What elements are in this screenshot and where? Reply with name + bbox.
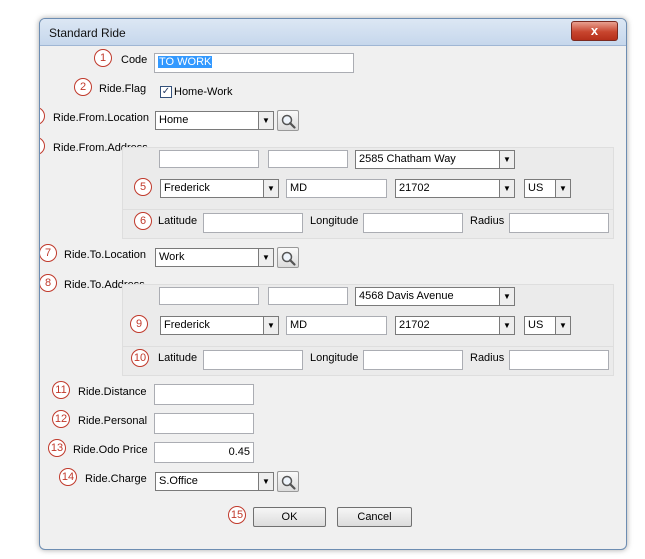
marker-11: 11 xyxy=(52,381,70,399)
to-street-value: 4568 Davis Avenue xyxy=(359,290,454,302)
from-radius-label: Radius xyxy=(470,215,505,227)
marker-4: 4 xyxy=(40,137,45,155)
to-zip-value: 21702 xyxy=(399,319,430,331)
charge-combo[interactable]: S.Office ▼ xyxy=(155,472,274,491)
search-icon xyxy=(281,475,296,490)
to-radius-input[interactable] xyxy=(509,350,609,370)
from-state-input[interactable]: MD xyxy=(286,179,387,198)
odo-price-input[interactable]: 0.45 xyxy=(154,442,254,463)
from-address-line1-input[interactable] xyxy=(159,150,259,168)
to-longitude-label: Longitude xyxy=(310,352,359,364)
flag-label: Ride.Flag xyxy=(99,83,147,95)
charge-label: Ride.Charge xyxy=(85,473,147,485)
from-city-combo[interactable]: Frederick ▼ xyxy=(160,179,279,198)
to-zip-combo[interactable]: 21702 ▼ xyxy=(395,316,515,335)
window-title: Standard Ride xyxy=(49,26,126,40)
marker-10: 10 xyxy=(131,349,149,367)
home-work-checkbox[interactable]: ✓ xyxy=(160,86,172,98)
distance-input[interactable] xyxy=(154,384,254,405)
chevron-down-icon[interactable]: ▼ xyxy=(499,151,514,168)
charge-value: S.Office xyxy=(159,475,198,487)
from-zip-value: 21702 xyxy=(399,182,430,194)
to-country-combo[interactable]: US ▼ xyxy=(524,316,571,335)
search-icon xyxy=(281,114,296,129)
title-bar: Standard Ride x xyxy=(40,19,626,46)
code-value: TO WORK xyxy=(158,56,213,68)
to-location-label: Ride.To.Location xyxy=(64,249,146,261)
odo-price-label: Ride.Odo Price xyxy=(73,444,148,456)
from-country-value: US xyxy=(528,182,544,194)
to-street-combo[interactable]: 4568 Davis Avenue ▼ xyxy=(355,287,515,306)
to-country-value: US xyxy=(528,319,544,331)
from-longitude-input[interactable] xyxy=(363,213,463,233)
marker-14: 14 xyxy=(59,468,77,486)
personal-label: Ride.Personal xyxy=(78,415,148,427)
marker-13: 13 xyxy=(48,439,66,457)
chevron-down-icon[interactable]: ▼ xyxy=(258,112,273,129)
chevron-down-icon[interactable]: ▼ xyxy=(258,473,273,490)
chevron-down-icon[interactable]: ▼ xyxy=(499,288,514,305)
marker-7: 7 xyxy=(40,244,57,262)
to-city-combo[interactable]: Frederick ▼ xyxy=(160,316,279,335)
marker-6: 6 xyxy=(134,212,152,230)
from-location-search-button[interactable] xyxy=(277,110,299,131)
to-location-combo[interactable]: Work ▼ xyxy=(155,248,274,267)
ok-button[interactable]: OK xyxy=(253,507,326,527)
search-icon xyxy=(281,251,296,266)
chevron-down-icon[interactable]: ▼ xyxy=(555,317,570,334)
to-location-search-button[interactable] xyxy=(277,247,299,268)
to-address-line1-input[interactable] xyxy=(159,287,259,305)
marker-9: 9 xyxy=(130,315,148,333)
from-longitude-label: Longitude xyxy=(310,215,359,227)
from-street-combo[interactable]: 2585 Chatham Way ▼ xyxy=(355,150,515,169)
to-radius-label: Radius xyxy=(470,352,505,364)
chevron-down-icon[interactable]: ▼ xyxy=(263,317,278,334)
close-button[interactable]: x xyxy=(571,21,618,41)
from-location-value: Home xyxy=(159,114,189,126)
to-latitude-input[interactable] xyxy=(203,350,303,370)
from-city-value: Frederick xyxy=(164,182,210,194)
chevron-down-icon[interactable]: ▼ xyxy=(555,180,570,197)
home-work-label: Home-Work xyxy=(174,86,233,98)
standard-ride-dialog: Standard Ride x 1 Code TO WORK 2 Ride.Fl… xyxy=(39,18,627,550)
marker-12: 12 xyxy=(52,410,70,428)
to-city-value: Frederick xyxy=(164,319,210,331)
from-radius-input[interactable] xyxy=(509,213,609,233)
marker-5: 5 xyxy=(134,178,152,196)
code-input[interactable]: TO WORK xyxy=(154,53,354,73)
marker-2: 2 xyxy=(74,78,92,96)
from-country-combo[interactable]: US ▼ xyxy=(524,179,571,198)
to-longitude-input[interactable] xyxy=(363,350,463,370)
from-address-line2-input[interactable] xyxy=(268,150,348,168)
cancel-button[interactable]: Cancel xyxy=(337,507,412,527)
from-location-combo[interactable]: Home ▼ xyxy=(155,111,274,130)
from-latitude-label: Latitude xyxy=(158,215,198,227)
chevron-down-icon[interactable]: ▼ xyxy=(258,249,273,266)
personal-input[interactable] xyxy=(154,413,254,434)
distance-label: Ride.Distance xyxy=(78,386,147,398)
charge-search-button[interactable] xyxy=(277,471,299,492)
to-location-value: Work xyxy=(159,251,185,263)
from-zip-combo[interactable]: 21702 ▼ xyxy=(395,179,515,198)
chevron-down-icon[interactable]: ▼ xyxy=(263,180,278,197)
from-street-value: 2585 Chatham Way xyxy=(359,153,456,165)
code-label: Code xyxy=(121,54,148,66)
marker-3: 3 xyxy=(40,107,45,125)
to-latitude-label: Latitude xyxy=(158,352,198,364)
from-latitude-input[interactable] xyxy=(203,213,303,233)
marker-15: 15 xyxy=(228,506,246,524)
chevron-down-icon[interactable]: ▼ xyxy=(499,317,514,334)
marker-1: 1 xyxy=(94,49,112,67)
to-state-input[interactable]: MD xyxy=(286,316,387,335)
from-location-label: Ride.From.Location xyxy=(53,112,149,124)
to-address-line2-input[interactable] xyxy=(268,287,348,305)
chevron-down-icon[interactable]: ▼ xyxy=(499,180,514,197)
marker-8: 8 xyxy=(40,274,57,292)
